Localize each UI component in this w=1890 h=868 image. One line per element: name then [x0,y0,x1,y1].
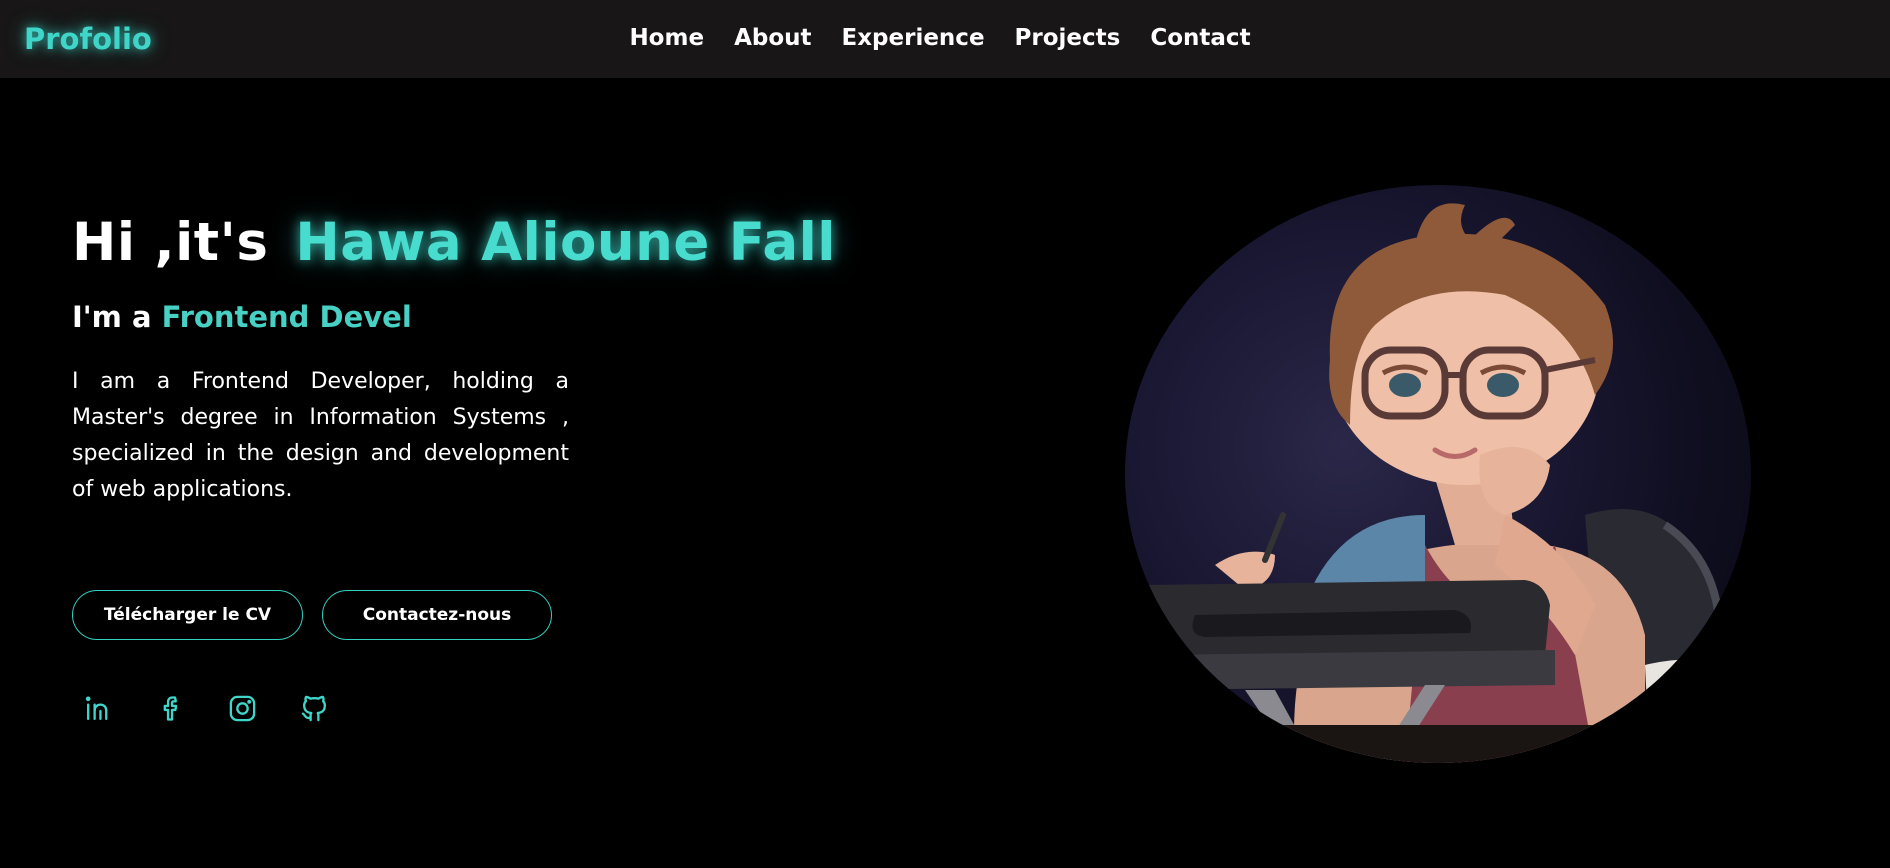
hero-title: Hi ,it's Hawa Alioune Fall [72,212,836,273]
nav-link-contact[interactable]: Contact [1150,25,1250,53]
nav-menu: Home About Experience Projects Contact [0,0,1890,78]
github-icon[interactable] [298,692,330,724]
navbar: Profolio Home About Experience Projects … [0,0,1890,78]
nav-link-experience[interactable]: Experience [842,25,985,53]
instagram-icon[interactable] [226,692,258,724]
hero-greeting: Hi ,it's [72,212,269,273]
hero-name: Hawa Alioune Fall [295,212,836,273]
linkedin-icon[interactable] [82,692,114,724]
subtitle-role: Frontend Devel [161,300,412,334]
nav-link-about[interactable]: About [734,25,811,53]
hero-subtitle: I'm a Frontend Devel [72,300,412,334]
download-cv-button[interactable]: Télécharger le CV [72,590,303,640]
nav-link-home[interactable]: Home [629,25,704,53]
subtitle-prefix: I'm a [72,300,152,334]
nav-link-projects[interactable]: Projects [1015,25,1121,53]
avatar-illustration [1125,185,1751,763]
contact-button[interactable]: Contactez-nous [322,590,552,640]
facebook-icon[interactable] [154,692,186,724]
social-links [82,692,330,724]
hero-bio: I am a Frontend Developer, holding a Mas… [72,369,569,502]
